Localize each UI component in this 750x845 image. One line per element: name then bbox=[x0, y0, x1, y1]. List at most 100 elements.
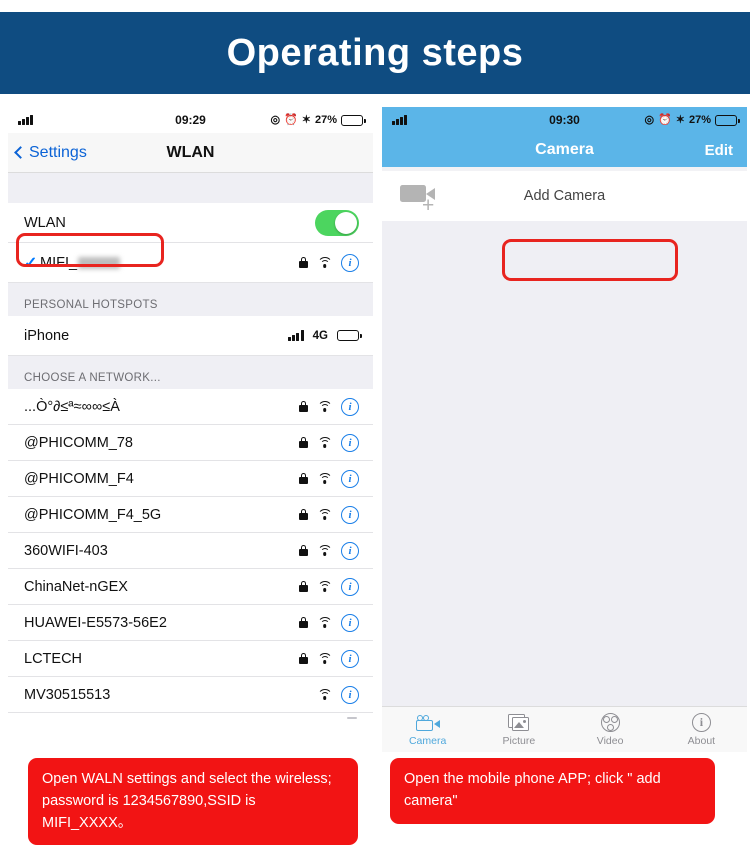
network-info-button[interactable]: i bbox=[341, 613, 359, 632]
wifi-icon bbox=[317, 509, 332, 520]
caption-left: Open WALN settings and select the wirele… bbox=[28, 758, 358, 845]
checkmark-icon: ✓ bbox=[24, 254, 38, 272]
scroll-indicator[interactable] bbox=[347, 717, 357, 719]
app-navigation-bar: Camera Edit bbox=[382, 133, 747, 167]
tab-label: Picture bbox=[502, 734, 536, 747]
battery-icon bbox=[715, 114, 740, 126]
network-info-button[interactable]: i bbox=[341, 577, 359, 596]
video-icon bbox=[600, 713, 620, 733]
battery-percent: 27% bbox=[688, 114, 711, 126]
add-camera-label: Add Camera bbox=[523, 188, 606, 204]
hotspot-row-iphone[interactable]: iPhone 4G bbox=[8, 316, 373, 356]
wlan-toggle-label: WLAN bbox=[24, 214, 66, 231]
network-name: @PHICOMM_78 bbox=[24, 434, 133, 451]
network-row[interactable]: LCTECH i bbox=[8, 641, 373, 677]
caption-right: Open the mobile phone APP; click " add c… bbox=[390, 758, 715, 824]
tab-label: About bbox=[687, 734, 716, 747]
network-row[interactable]: @PHICOMM_F4 i bbox=[8, 461, 373, 497]
lock-icon bbox=[299, 437, 308, 448]
camera-list-empty-area bbox=[382, 221, 747, 706]
lock-icon bbox=[299, 257, 308, 268]
wifi-icon bbox=[317, 401, 332, 412]
network-row[interactable]: ChinaNet-nGEX i bbox=[8, 569, 373, 605]
ios-navigation-bar: Settings WLAN bbox=[8, 133, 373, 173]
network-name: ...Ò°∂≤ª≈∞∞≤À bbox=[24, 398, 120, 415]
connected-network-row[interactable]: ✓ MIFI_ i bbox=[8, 243, 373, 283]
redacted-ssid-blur bbox=[78, 256, 121, 269]
app-tab-bar: Camera Picture Video i About bbox=[382, 706, 747, 752]
alarm-icon: ⏰ bbox=[658, 113, 672, 126]
wifi-icon bbox=[317, 581, 332, 592]
wifi-icon bbox=[317, 437, 332, 448]
wlan-toggle-switch[interactable] bbox=[315, 209, 359, 236]
battery-icon bbox=[341, 114, 366, 126]
network-row[interactable]: 360WIFI-403 i bbox=[8, 533, 373, 569]
lock-icon bbox=[299, 509, 308, 520]
network-info-button[interactable]: i bbox=[341, 433, 359, 452]
page-header-banner: Operating steps bbox=[0, 12, 750, 94]
network-name: HUAWEI-E5573-56E2 bbox=[24, 614, 167, 631]
lock-icon bbox=[299, 473, 308, 484]
network-name: @PHICOMM_F4_5G bbox=[24, 506, 162, 523]
right-phone-screenshot: 09:30 ◎ ⏰ ✶ 27% Camera Edit + Add Camera… bbox=[382, 107, 747, 752]
location-icon: ◎ bbox=[270, 113, 281, 126]
hotspot-signal-icon bbox=[287, 330, 304, 341]
hotspot-network-type: 4G bbox=[312, 329, 328, 342]
wifi-icon bbox=[317, 257, 332, 268]
list-top-spacer bbox=[8, 173, 373, 203]
network-name: ChinaNet-nGEX bbox=[24, 578, 128, 595]
tab-video[interactable]: Video bbox=[565, 713, 656, 747]
tab-camera[interactable]: Camera bbox=[382, 713, 473, 747]
back-button-label: Settings bbox=[29, 143, 87, 161]
left-phone-screenshot: 09:29 ◎ ⏰ ✶ 27% Settings WLAN WLAN ✓ MIF… bbox=[8, 107, 373, 752]
network-name: LCTECH bbox=[24, 650, 83, 667]
right-status-bar: 09:30 ◎ ⏰ ✶ 27% bbox=[382, 107, 747, 133]
bluetooth-icon: ✶ bbox=[301, 113, 311, 126]
picture-icon bbox=[507, 713, 530, 733]
wifi-icon bbox=[317, 653, 332, 664]
network-info-button[interactable]: i bbox=[341, 505, 359, 524]
hotspot-battery-icon bbox=[337, 330, 362, 341]
app-screen-title: Camera bbox=[535, 141, 594, 158]
tab-picture[interactable]: Picture bbox=[473, 713, 564, 747]
section-header-hotspots: PERSONAL HOTSPOTS bbox=[8, 283, 373, 316]
network-row[interactable]: ...Ò°∂≤ª≈∞∞≤À i bbox=[8, 389, 373, 425]
lock-icon bbox=[299, 617, 308, 628]
tab-label: Video bbox=[596, 734, 624, 747]
location-icon: ◎ bbox=[644, 113, 655, 126]
network-row[interactable]: @PHICOMM_F4_5G i bbox=[8, 497, 373, 533]
network-info-button[interactable]: i bbox=[341, 469, 359, 488]
network-row[interactable]: MV30515513 i bbox=[8, 677, 373, 713]
wlan-toggle-row[interactable]: WLAN bbox=[8, 203, 373, 243]
network-row[interactable]: @PHICOMM_78 i bbox=[8, 425, 373, 461]
wifi-icon bbox=[317, 617, 332, 628]
network-row[interactable]: HUAWEI-E5573-56E2 i bbox=[8, 605, 373, 641]
lock-icon bbox=[299, 653, 308, 664]
wifi-icon bbox=[317, 545, 332, 556]
back-to-settings-button[interactable]: Settings bbox=[8, 144, 87, 162]
lock-icon bbox=[299, 545, 308, 556]
wifi-icon bbox=[317, 473, 332, 484]
alarm-icon: ⏰ bbox=[284, 113, 298, 126]
edit-button[interactable]: Edit bbox=[705, 142, 747, 159]
lock-icon bbox=[299, 401, 308, 412]
network-info-button[interactable]: i bbox=[341, 649, 359, 668]
list-partial-row bbox=[8, 713, 373, 727]
hotspot-label: iPhone bbox=[24, 327, 70, 344]
connected-network-label: MIFI_ bbox=[40, 255, 299, 271]
info-icon: i bbox=[691, 713, 711, 733]
network-info-button[interactable]: i bbox=[341, 685, 359, 704]
network-info-button[interactable]: i bbox=[341, 397, 359, 416]
tab-about[interactable]: i About bbox=[656, 713, 747, 747]
lock-icon bbox=[299, 581, 308, 592]
network-name: 360WIFI-403 bbox=[24, 542, 108, 559]
network-info-button[interactable]: i bbox=[341, 253, 359, 272]
add-camera-row[interactable]: + Add Camera bbox=[382, 171, 747, 281]
battery-percent: 27% bbox=[314, 114, 337, 126]
network-name: MV30515513 bbox=[24, 686, 111, 703]
network-info-button[interactable]: i bbox=[341, 541, 359, 560]
section-header-choose-network: CHOOSE A NETWORK... bbox=[8, 356, 373, 389]
chevron-left-icon bbox=[14, 146, 27, 159]
network-name: @PHICOMM_F4 bbox=[24, 470, 134, 487]
camcorder-icon bbox=[415, 713, 440, 733]
